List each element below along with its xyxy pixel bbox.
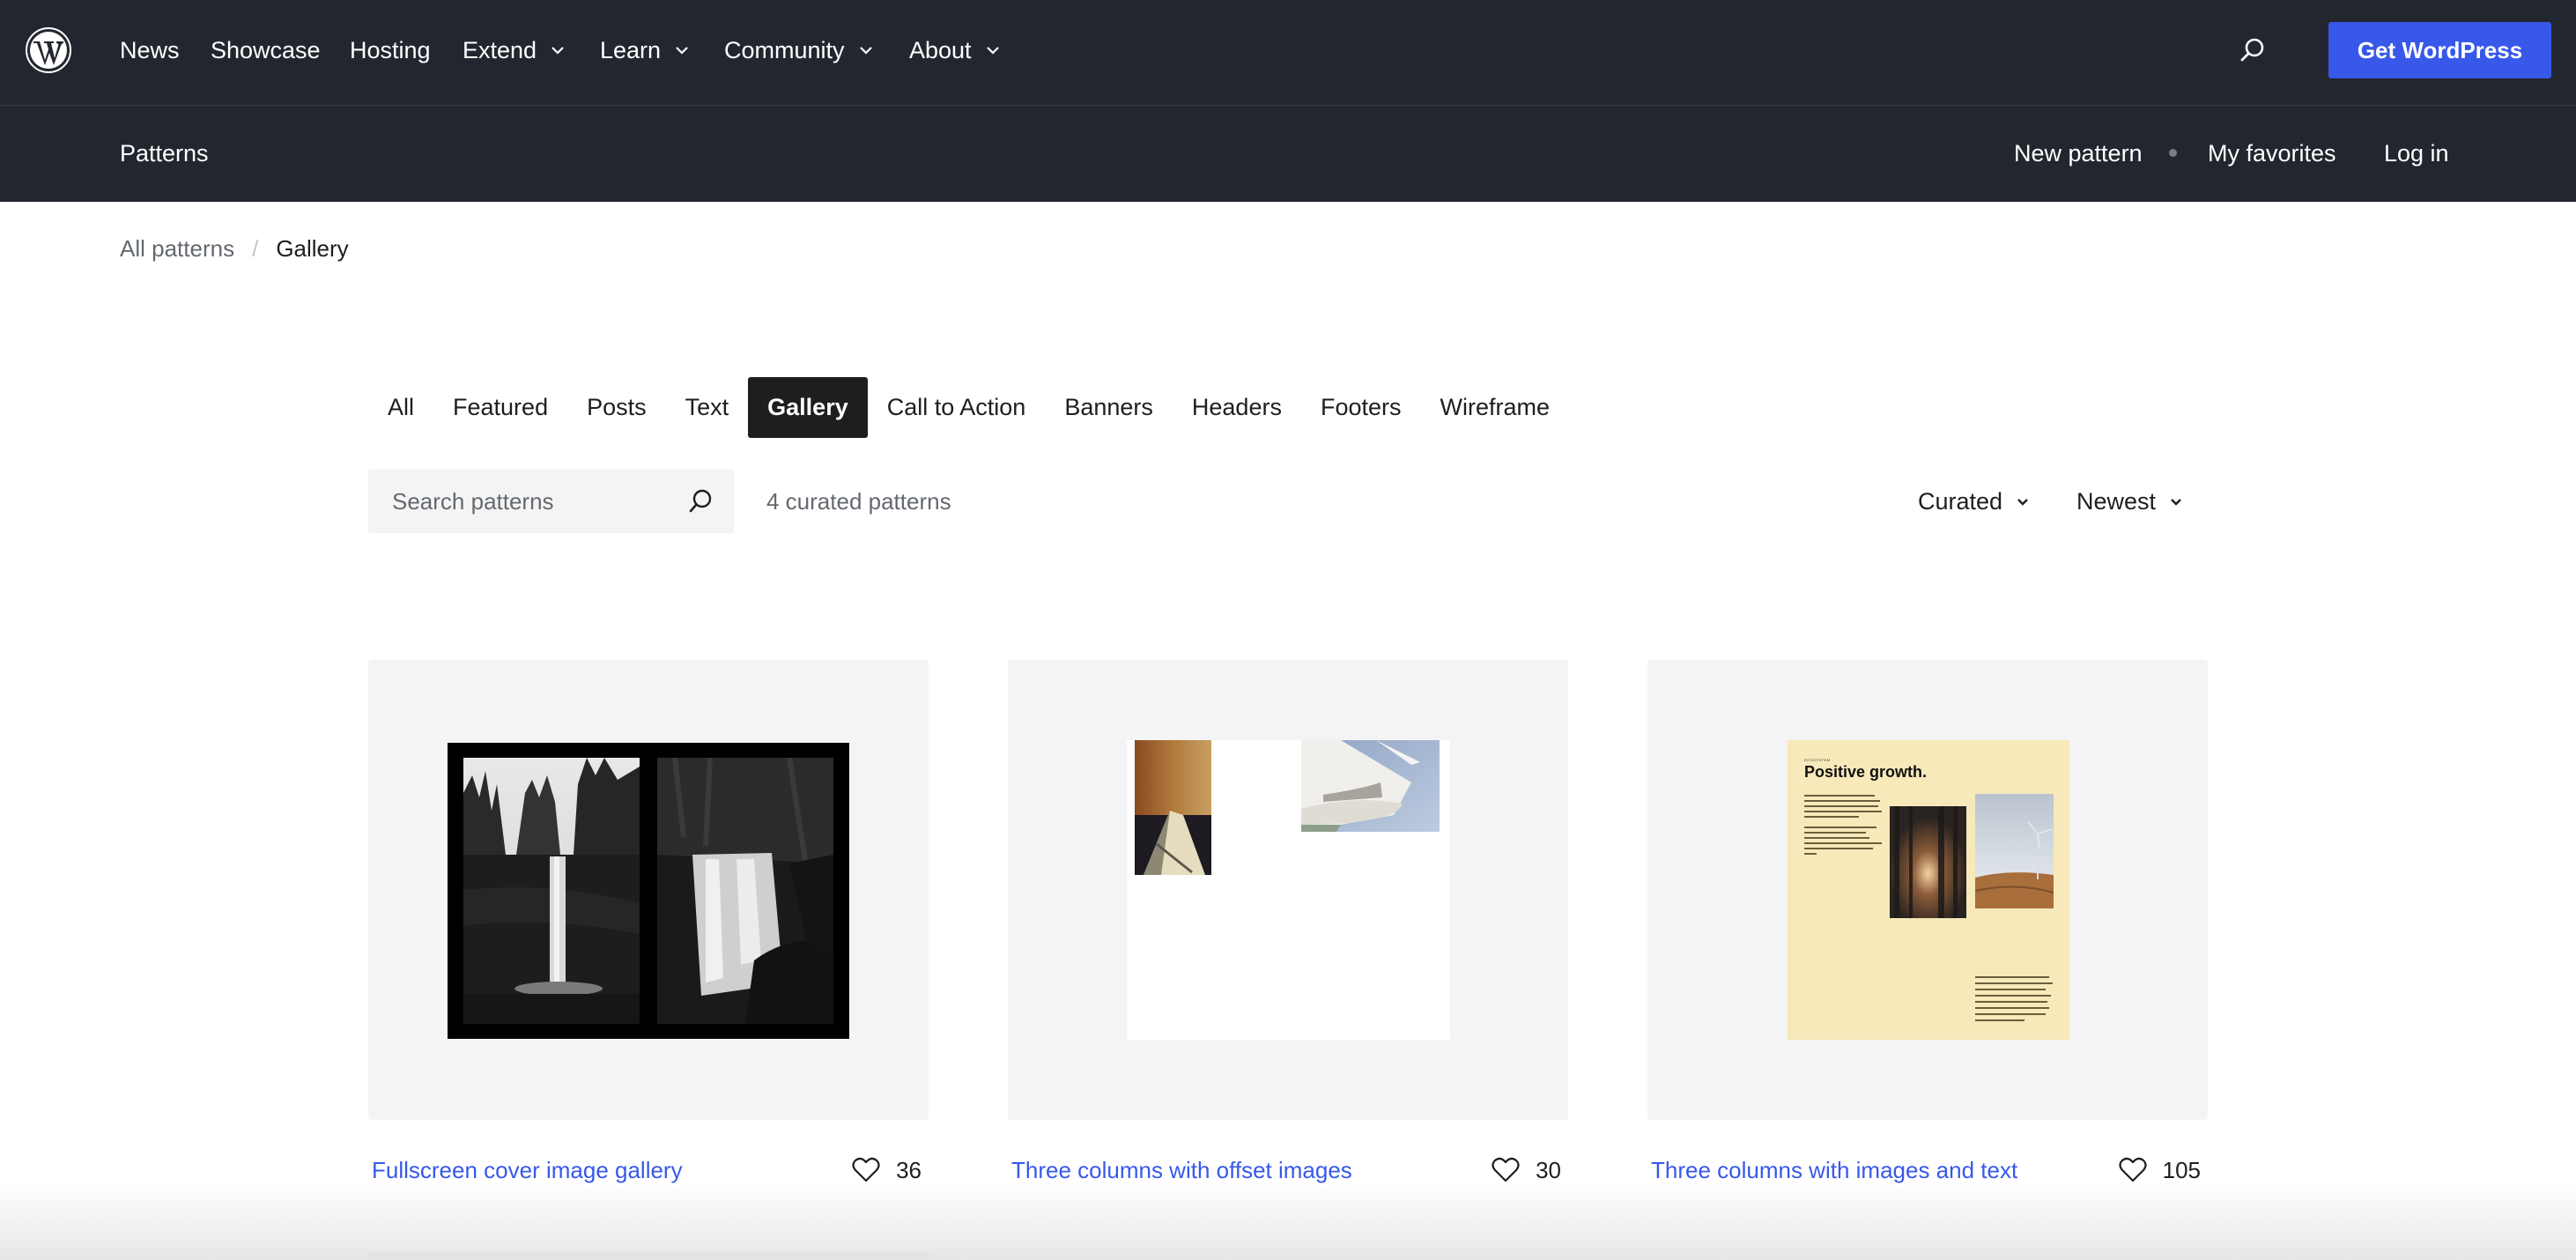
chevron-down-icon	[676, 47, 688, 55]
nav-news-label: News	[120, 37, 180, 63]
pattern-title-link[interactable]: Fullscreen cover image gallery	[372, 1155, 683, 1185]
pattern-card-partial	[368, 1251, 929, 1260]
nav-about-label: About	[909, 37, 972, 63]
chevron-down-icon	[2017, 499, 2028, 506]
nav-extend-label: Extend	[463, 37, 537, 63]
tab-headers[interactable]: Headers	[1173, 377, 1301, 438]
favorite-button[interactable]: 105	[2119, 1155, 2201, 1185]
heart-icon	[852, 1157, 880, 1182]
forest-sunlight-image	[1890, 806, 1966, 918]
pattern-card-footer: Three columns with images and text 105	[1647, 1120, 2208, 1185]
nav-news[interactable]: News	[120, 33, 180, 67]
chevron-down-icon	[2171, 499, 2181, 506]
nav-learn[interactable]: Learn	[600, 33, 691, 67]
separator-dot	[2169, 149, 2177, 157]
tab-footers[interactable]: Footers	[1301, 377, 1421, 438]
preview-body-text	[1804, 795, 1882, 855]
waterfall-image-left	[463, 758, 640, 1024]
favorite-button[interactable]: 30	[1492, 1155, 1561, 1185]
pattern-card: Three columns with offset images 30	[1008, 660, 1568, 1185]
waterfall-image-right	[657, 758, 833, 1024]
favorite-button[interactable]: 36	[852, 1155, 922, 1185]
tab-banners[interactable]: Banners	[1045, 377, 1173, 438]
get-wordpress-button[interactable]: Get WordPress	[2328, 22, 2551, 78]
breadcrumb-all-patterns[interactable]: All patterns	[120, 233, 234, 264]
tab-call-to-action[interactable]: Call to Action	[868, 377, 1046, 438]
nav-community[interactable]: Community	[724, 33, 875, 67]
wordpress-logo-icon[interactable]	[25, 26, 72, 74]
wind-turbine-image	[1975, 794, 2054, 908]
new-pattern-link[interactable]: New pattern	[2014, 137, 2143, 170]
like-count: 105	[2162, 1157, 2201, 1183]
preview-images-and-text: ECOSYSTEM Positive growth.	[1788, 740, 2069, 1040]
nav-learn-label: Learn	[600, 37, 662, 63]
breadcrumb-separator: /	[252, 235, 259, 262]
section-header: Patterns New pattern My favorites Log in	[0, 106, 2576, 202]
pattern-title-link[interactable]: Three columns with offset images	[1011, 1155, 1352, 1185]
pattern-preview[interactable]	[1008, 660, 1568, 1120]
like-count: 30	[1536, 1157, 1561, 1183]
preview-heading: Positive growth.	[1804, 763, 1928, 781]
preview-kicker: ECOSYSTEM	[1804, 758, 1831, 762]
search-icon[interactable]	[685, 485, 716, 517]
chevron-down-icon	[986, 47, 999, 55]
nav-hosting[interactable]: Hosting	[350, 33, 431, 67]
my-favorites-link[interactable]: My favorites	[2208, 137, 2336, 170]
preview-cover-gallery	[448, 743, 849, 1039]
tab-all[interactable]: All	[368, 377, 433, 438]
search-icon[interactable]	[2238, 35, 2268, 65]
tab-text[interactable]: Text	[666, 377, 749, 438]
architecture-image-left	[1135, 740, 1211, 875]
pattern-card: ECOSYSTEM Positive growth. Three columns…	[1647, 660, 2208, 1185]
section-title-patterns[interactable]: Patterns	[120, 137, 209, 170]
curation-dropdown[interactable]: Curated	[1918, 485, 2031, 517]
result-count: 4 curated patterns	[766, 488, 951, 515]
breadcrumb-current: Gallery	[276, 235, 349, 262]
pattern-card: Fullscreen cover image gallery 36	[368, 660, 929, 1185]
pattern-title-link[interactable]: Three columns with images and text	[1651, 1155, 2017, 1185]
tab-wireframe[interactable]: Wireframe	[1421, 377, 1570, 438]
sort-value: Newest	[2076, 488, 2157, 515]
log-in-link[interactable]: Log in	[2384, 137, 2449, 170]
nav-about[interactable]: About	[909, 33, 1002, 67]
pattern-preview[interactable]: ECOSYSTEM Positive growth.	[1647, 660, 2208, 1120]
heart-icon	[1492, 1157, 1520, 1182]
pattern-preview[interactable]	[368, 660, 929, 1120]
nav-extend[interactable]: Extend	[463, 33, 566, 67]
preview-body-text	[1975, 976, 2053, 1021]
category-tabs: All Featured Posts Text Gallery Call to …	[368, 377, 1569, 438]
global-header: News Showcase Hosting Extend Learn Commu…	[0, 0, 2576, 106]
nav-showcase-label: Showcase	[211, 37, 321, 63]
chevron-down-icon	[551, 47, 564, 55]
chevron-down-icon	[859, 47, 872, 55]
search-input[interactable]	[368, 470, 659, 533]
breadcrumb: All patterns / Gallery	[120, 233, 349, 264]
tab-posts[interactable]: Posts	[567, 377, 666, 438]
pattern-card-footer: Three columns with offset images 30	[1008, 1120, 1568, 1185]
like-count: 36	[896, 1157, 922, 1183]
tab-featured[interactable]: Featured	[433, 377, 567, 438]
nav-community-label: Community	[724, 37, 845, 63]
tab-gallery[interactable]: Gallery	[748, 377, 868, 438]
bottom-scroll-fade	[0, 1181, 2576, 1260]
architecture-image-right	[1301, 740, 1440, 832]
preview-offset-images	[1127, 740, 1450, 1040]
pattern-search	[368, 470, 734, 533]
heart-icon	[2119, 1157, 2147, 1182]
nav-showcase[interactable]: Showcase	[211, 33, 321, 67]
curation-value: Curated	[1918, 488, 2003, 515]
pattern-card-footer: Fullscreen cover image gallery 36	[368, 1120, 929, 1185]
sort-dropdown[interactable]: Newest	[2076, 485, 2184, 517]
nav-hosting-label: Hosting	[350, 37, 431, 63]
